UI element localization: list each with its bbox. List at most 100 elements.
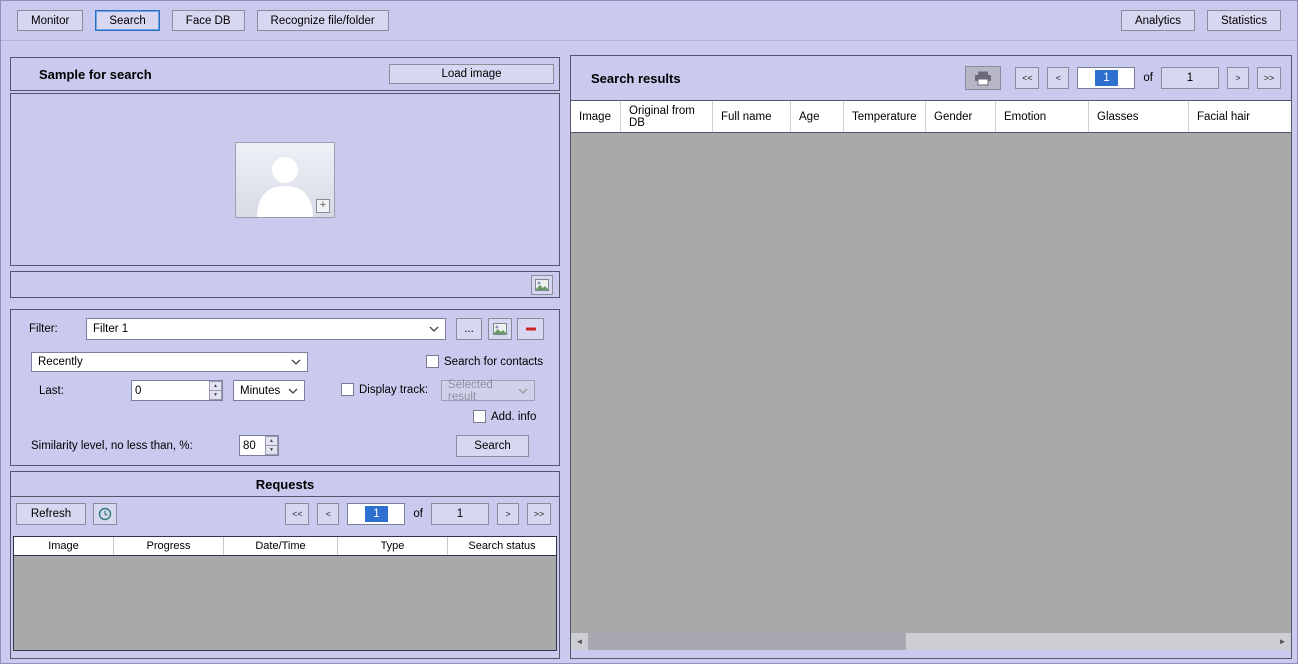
face-db-tab-button[interactable]: Face DB	[172, 10, 245, 31]
period-combobox-value: Recently	[38, 356, 83, 368]
sample-for-search-header: Sample for search Load image	[10, 57, 560, 91]
selected-result-value: Selected result	[448, 379, 518, 403]
search-for-contacts-label: Search for contacts	[444, 356, 543, 368]
add-info-checkbox[interactable]	[473, 410, 486, 423]
results-pager: << < 1 of 1 > >>	[1015, 67, 1281, 89]
requests-panel: Requests Refresh << < 1 of 1 > >> Image …	[10, 471, 560, 659]
search-results-panel: Search results << < 1 of 1 > >> Image Or…	[570, 55, 1292, 659]
monitor-tab-button[interactable]: Monitor	[17, 10, 83, 31]
spin-down-button[interactable]: ▼	[209, 391, 222, 400]
chevron-down-icon	[429, 326, 439, 332]
results-column-image: Image	[571, 101, 621, 132]
scroll-right-button[interactable]: ►	[1274, 633, 1291, 650]
load-image-button[interactable]: Load image	[389, 64, 554, 84]
sample-for-search-title: Sample for search	[39, 67, 152, 82]
spin-up-button[interactable]: ▲	[265, 436, 278, 446]
period-combobox[interactable]: Recently	[31, 352, 308, 372]
results-pager-of-label: of	[1143, 72, 1153, 84]
clock-icon	[98, 507, 112, 521]
results-column-glasses: Glasses	[1089, 101, 1189, 132]
search-results-header: Search results << < 1 of 1 > >>	[571, 56, 1291, 100]
similarity-level-value: 80	[240, 439, 259, 453]
requests-prev-page-button[interactable]: <	[317, 503, 339, 525]
requests-column-progress: Progress	[114, 537, 224, 555]
printer-icon	[974, 71, 992, 86]
requests-pager: << < 1 of 1 > >>	[285, 503, 551, 525]
results-last-page-button[interactable]: >>	[1257, 67, 1281, 89]
requests-page-input[interactable]: 1	[347, 503, 405, 525]
image-plus-icon	[493, 323, 507, 335]
scrollbar-thumb[interactable]	[588, 633, 906, 650]
requests-table: Image Progress Date/Time Type Search sta…	[13, 536, 557, 651]
display-track-checkbox[interactable]	[341, 383, 354, 396]
requests-column-type: Type	[338, 537, 448, 555]
search-tab-button[interactable]: Search	[95, 10, 159, 31]
scrollbar-track[interactable]	[588, 633, 1274, 650]
results-first-page-button[interactable]: <<	[1015, 67, 1039, 89]
sample-photo-placeholder[interactable]: +	[235, 142, 335, 218]
results-prev-page-button[interactable]: <	[1047, 67, 1069, 89]
results-column-full-name: Full name	[713, 101, 791, 132]
filter-panel: Filter: Filter 1 ... Recently Search for…	[10, 309, 560, 466]
auto-refresh-button[interactable]	[93, 503, 117, 525]
filter-image-button[interactable]	[488, 318, 512, 340]
chevron-down-icon	[288, 388, 298, 394]
browse-filter-button[interactable]: ...	[456, 318, 482, 340]
requests-next-page-button[interactable]: >	[497, 503, 519, 525]
similarity-level-input[interactable]: 80 ▲ ▼	[239, 435, 279, 456]
add-sample-image-button[interactable]: +	[316, 199, 330, 213]
sample-image-area[interactable]: +	[10, 93, 560, 266]
toolbar-right-group: Analytics Statistics	[1121, 10, 1281, 31]
scroll-left-icon: ◄	[576, 637, 584, 646]
last-value-spinner: ▲ ▼	[209, 381, 222, 400]
search-for-contacts-checkbox[interactable]	[426, 355, 439, 368]
add-info-label: Add. info	[491, 411, 536, 423]
results-page-input[interactable]: 1	[1077, 67, 1135, 89]
recognize-file-folder-button[interactable]: Recognize file/folder	[257, 10, 389, 31]
last-label: Last:	[39, 385, 64, 397]
display-track-label: Display track:	[359, 384, 428, 396]
results-bottom-strip	[571, 650, 1291, 658]
filter-label: Filter:	[29, 323, 58, 335]
requests-column-search-status: Search status	[448, 537, 556, 555]
results-column-gender: Gender	[926, 101, 996, 132]
chevron-down-icon	[291, 359, 301, 365]
requests-first-page-button[interactable]: <<	[285, 503, 309, 525]
analytics-button[interactable]: Analytics	[1121, 10, 1195, 31]
sample-toolbar	[10, 271, 560, 298]
filter-combobox-value: Filter 1	[93, 323, 128, 335]
remove-filter-button[interactable]	[517, 318, 544, 340]
chevron-down-icon	[518, 388, 528, 394]
requests-page-value: 1	[365, 506, 387, 522]
results-column-facial-hair: Facial hair	[1189, 101, 1291, 132]
image-tool-button[interactable]	[531, 275, 553, 295]
filter-combobox[interactable]: Filter 1	[86, 318, 446, 340]
spin-up-button[interactable]: ▲	[209, 381, 222, 391]
selected-result-combobox: Selected result	[441, 380, 535, 401]
requests-column-datetime: Date/Time	[224, 537, 338, 555]
last-value-input[interactable]: 0 ▲ ▼	[131, 380, 223, 401]
spin-down-button[interactable]: ▼	[265, 446, 278, 455]
scroll-right-icon: ►	[1279, 637, 1287, 646]
time-unit-combobox[interactable]: Minutes	[233, 380, 305, 401]
requests-controls: Refresh << < 1 of 1 > >>	[16, 502, 551, 526]
results-column-original-from-db: Original from DB	[621, 101, 713, 132]
statistics-button[interactable]: Statistics	[1207, 10, 1281, 31]
requests-column-image: Image	[14, 537, 114, 555]
results-table-body	[571, 133, 1291, 633]
requests-pager-of-label: of	[413, 508, 423, 520]
results-column-age: Age	[791, 101, 844, 132]
requests-total-pages: 1	[431, 503, 489, 525]
requests-table-header: Image Progress Date/Time Type Search sta…	[14, 537, 556, 556]
results-horizontal-scrollbar[interactable]: ◄ ►	[571, 633, 1291, 650]
person-silhouette-icon	[249, 153, 321, 217]
results-total-pages: 1	[1161, 67, 1219, 89]
requests-title: Requests	[11, 472, 559, 497]
requests-table-body	[14, 556, 556, 650]
scroll-left-button[interactable]: ◄	[571, 633, 588, 650]
results-next-page-button[interactable]: >	[1227, 67, 1249, 89]
refresh-button[interactable]: Refresh	[16, 503, 86, 525]
requests-last-page-button[interactable]: >>	[527, 503, 551, 525]
search-button[interactable]: Search	[456, 435, 529, 457]
print-results-button[interactable]	[965, 66, 1001, 90]
